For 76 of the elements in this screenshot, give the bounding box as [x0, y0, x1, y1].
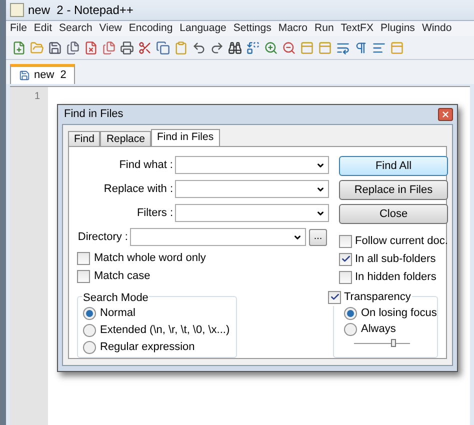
zoom-out-icon[interactable]: [282, 40, 296, 54]
combo-box[interactable]: [130, 228, 306, 246]
close-file-icon[interactable]: [84, 40, 98, 54]
pilcrow-icon[interactable]: [354, 40, 368, 54]
documents-icon[interactable]: [102, 40, 116, 54]
dialog-tab[interactable]: Find: [68, 131, 100, 146]
file-tab[interactable]: new 2: [10, 64, 76, 84]
menu-item[interactable]: Edit: [34, 21, 52, 36]
checkbox-label: Transparency: [344, 290, 411, 305]
field-label: Find what :: [118, 158, 174, 173]
radio-button[interactable]: [83, 341, 96, 354]
menu-item[interactable]: Language: [180, 21, 226, 36]
redo-icon[interactable]: [210, 40, 224, 54]
dialog-tab[interactable]: Find in Files: [150, 129, 220, 146]
menu-item[interactable]: Encoding: [128, 21, 173, 36]
combo-box[interactable]: [175, 156, 329, 174]
field-label: Directory :: [77, 230, 129, 245]
radio-label: Regular expression: [100, 340, 195, 356]
checkbox[interactable]: [77, 270, 90, 282]
menu-item[interactable]: File: [10, 21, 27, 36]
radio-button[interactable]: [83, 307, 96, 320]
field-label: Replace with :: [102, 182, 174, 197]
indent-icon[interactable]: [372, 40, 386, 54]
action-button[interactable]: Replace in Files: [339, 180, 448, 200]
cut-icon[interactable]: [138, 40, 152, 54]
radio-button[interactable]: [83, 324, 96, 337]
radio-label: Extended (\n, \r, \t, \0, \x...): [100, 323, 230, 338]
checkbox[interactable]: [328, 290, 341, 304]
printer-icon[interactable]: [120, 40, 134, 54]
zoom-in-icon[interactable]: [264, 40, 278, 54]
field-label: Filters :: [136, 206, 174, 221]
menu-item[interactable]: Settings: [233, 21, 272, 36]
wrap-icon[interactable]: [336, 40, 350, 54]
close-button[interactable]: [438, 108, 453, 121]
menu-item[interactable]: Windo: [422, 21, 452, 36]
checkbox[interactable]: [339, 234, 352, 248]
checkbox-label: Follow current doc.: [355, 234, 448, 249]
radio-label: On losing focus: [361, 306, 437, 321]
combo-box[interactable]: [175, 204, 329, 222]
checkbox-label: Match case: [94, 268, 150, 284]
documents-icon[interactable]: [66, 40, 80, 54]
radio-label: Always: [361, 322, 396, 337]
radio-button[interactable]: [344, 306, 357, 320]
action-button[interactable]: Close: [339, 204, 448, 224]
checkbox-label: Match whole word only: [94, 250, 206, 266]
checkbox[interactable]: [77, 252, 90, 264]
menu-item[interactable]: TextFX: [340, 21, 374, 36]
menu-item[interactable]: Run: [314, 21, 334, 36]
slider-track[interactable]: [354, 339, 410, 347]
notepad-icon: [10, 3, 24, 17]
window-title: new 2 - Notepad++: [28, 2, 134, 19]
action-button[interactable]: Find All: [339, 156, 448, 176]
radio-button[interactable]: [344, 322, 357, 336]
checkbox-label: In hidden folders: [355, 270, 436, 285]
checkbox-label: In all sub-folders: [355, 252, 436, 267]
binoculars-icon[interactable]: [228, 40, 242, 54]
new-file-icon[interactable]: [12, 40, 26, 54]
menu-item[interactable]: Search: [59, 21, 92, 36]
checkbox[interactable]: [339, 270, 352, 284]
menu-item[interactable]: Macro: [278, 21, 308, 36]
close-icon: [441, 110, 450, 119]
dialog-tab[interactable]: Replace: [100, 131, 151, 146]
save-icon: [19, 70, 30, 81]
undo-icon[interactable]: [192, 40, 206, 54]
copy-icon[interactable]: [156, 40, 170, 54]
save-icon[interactable]: [48, 40, 62, 54]
browse-button[interactable]: ...: [309, 228, 327, 246]
menu-item[interactable]: View: [99, 21, 122, 36]
line-number: 1: [34, 90, 40, 104]
dialog-title: Find in Files: [64, 107, 124, 122]
slider-thumb[interactable]: [391, 339, 396, 347]
radio-label: Normal: [100, 306, 136, 322]
combo-box[interactable]: [175, 180, 329, 198]
menu-item[interactable]: Plugins: [380, 21, 415, 36]
replace-icon[interactable]: [246, 40, 260, 54]
checkbox[interactable]: [339, 252, 352, 266]
